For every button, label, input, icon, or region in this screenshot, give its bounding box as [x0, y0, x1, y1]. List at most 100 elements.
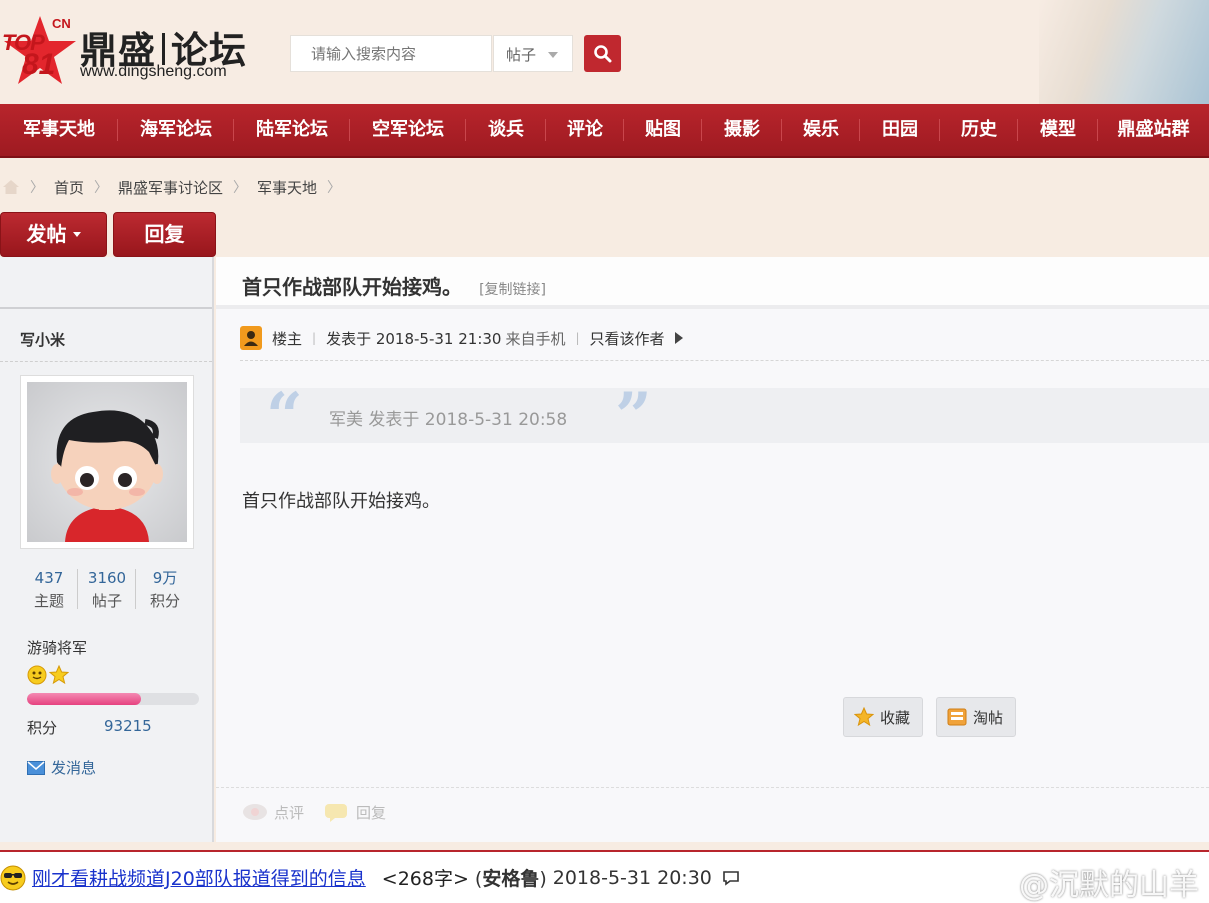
send-message-label: 发消息 [51, 759, 97, 777]
search-button[interactable] [584, 35, 621, 72]
related-thread-chars: <268字> [381, 868, 469, 890]
breadcrumb-separator: 〉 [327, 180, 342, 196]
only-author-link[interactable]: 只看该作者 [590, 328, 665, 349]
quote-block: “ 军美 发表于 2018-5-31 20:58 ” [240, 382, 1209, 452]
home-icon[interactable] [2, 179, 20, 195]
meta-separator: | [312, 331, 317, 345]
post-source: 来自手机 [505, 329, 566, 348]
stat-label: 主题 [33, 592, 64, 610]
nav-item-models[interactable]: 模型 [1018, 103, 1098, 157]
send-message-link[interactable]: 发消息 [27, 757, 96, 778]
sidebar-header [0, 257, 212, 309]
breadcrumb-home[interactable]: 首页 [54, 177, 84, 198]
stat-topics[interactable]: 437 主题 [20, 567, 78, 613]
avatar[interactable] [20, 375, 194, 549]
stat-posts[interactable]: 3160 帖子 [78, 567, 136, 613]
logo-81: 81 [22, 48, 56, 81]
chevron-down-icon [72, 232, 81, 237]
stat-label: 帖子 [91, 592, 122, 610]
thread-title-bar: 首只作战部队开始接鸡。 [复制链接] [216, 257, 1209, 309]
cartoon-boy-icon [51, 410, 163, 542]
search-box [290, 35, 492, 72]
stat-value: 9万 [152, 569, 178, 587]
author-stats: 437 主题 3160 帖子 9万 积分 [20, 567, 194, 613]
thread-starter-icon [240, 326, 262, 350]
breadcrumb: 〉 首页 〉 鼎盛军事讨论区 〉 军事天地 〉 [0, 174, 351, 200]
search-input[interactable] [291, 36, 491, 71]
related-thread-row: 刚才看耕战频道J20部队报道得到的信息 <268字> (安格鲁) 2018-5-… [0, 864, 740, 891]
tao-post-button[interactable]: 淘帖 [936, 697, 1016, 737]
meta-separator: | [575, 331, 580, 345]
stat-value: 3160 [87, 569, 127, 587]
nav-item-pictures[interactable]: 贴图 [624, 103, 702, 157]
copy-link-button[interactable]: [复制链接] [479, 282, 546, 298]
rank-icons [27, 665, 69, 685]
search-type-select[interactable]: 帖子 [493, 35, 573, 72]
chevron-down-icon [548, 52, 558, 58]
stat-label: 积分 [149, 592, 180, 610]
header-decoration [1039, 0, 1209, 104]
reply-icon [325, 803, 348, 822]
site-logo[interactable]: CN TOP 81 鼎盛 论坛 www.dingsheng.com [0, 8, 250, 88]
post-area: 首只作战部队开始接鸡。 [复制链接] 楼主 | 发表于 2018-5-31 21… [216, 257, 1209, 842]
stat-value: 437 [34, 569, 64, 587]
nav-item-airforce[interactable]: 空军论坛 [350, 103, 466, 157]
comment-icon [243, 803, 267, 820]
weibo-watermark: @沉默的山羊 [979, 860, 1199, 903]
speech-bubble-icon [723, 870, 739, 886]
logo-url: www.dingsheng.com [80, 63, 227, 80]
tao-label: 淘帖 [973, 708, 1004, 727]
search-type-value: 帖子 [506, 46, 537, 64]
divider [216, 787, 1209, 788]
star-icon [854, 707, 874, 727]
divider [0, 361, 212, 362]
breadcrumb-separator: 〉 [94, 180, 109, 196]
post-footer: 点评 回复 [242, 802, 400, 823]
floor-label: 楼主 [272, 329, 303, 348]
author-sidebar: 写小米 437 主题 3160 帖子 9万 积分 游骑将军 积分 93215 发… [0, 257, 214, 842]
nav-item-navy[interactable]: 海军论坛 [118, 103, 234, 157]
star-rank-icon [49, 665, 69, 685]
reply-link[interactable]: 回复 [356, 802, 386, 823]
nav-item-talk[interactable]: 谈兵 [466, 103, 546, 157]
reply-button[interactable]: 回复 [113, 212, 216, 257]
breadcrumb-separator: 〉 [233, 180, 248, 196]
nav-item-entertainment[interactable]: 娱乐 [782, 103, 860, 157]
breadcrumb-separator: 〉 [30, 180, 44, 196]
comment-link[interactable]: 点评 [274, 802, 304, 823]
quote-text: 军美 发表于 2018-5-31 20:58 [329, 410, 568, 430]
envelope-icon [27, 760, 45, 775]
favorite-label: 收藏 [880, 708, 911, 727]
related-thread-link[interactable]: 刚才看耕战频道J20部队报道得到的信息 [32, 864, 366, 891]
nav-item-comment[interactable]: 评论 [546, 103, 624, 157]
arrow-right-icon [674, 332, 683, 344]
weibo-icon [979, 869, 1014, 897]
close-quote-icon: ” [615, 379, 652, 454]
breadcrumb-forum[interactable]: 鼎盛军事讨论区 [118, 177, 223, 198]
nav-item-site-group[interactable]: 鼎盛站群 [1098, 103, 1209, 157]
nav-item-army[interactable]: 陆军论坛 [234, 103, 350, 157]
nav-item-countryside[interactable]: 田园 [860, 103, 940, 157]
stat-points[interactable]: 9万 积分 [136, 567, 194, 613]
avatar-image [27, 382, 187, 542]
breadcrumb-board[interactable]: 军事天地 [257, 177, 317, 198]
level-progress-fill [27, 693, 141, 705]
watermark-text: @沉默的山羊 [1019, 868, 1199, 903]
thread-title: 首只作战部队开始接鸡。 [242, 275, 462, 299]
author-name[interactable]: 写小米 [20, 329, 65, 350]
inbox-icon [947, 708, 967, 726]
related-thread-author[interactable]: 安格鲁 [482, 868, 539, 890]
logo-cn: CN [52, 16, 71, 31]
post-meta: 楼主 | 发表于 2018-5-31 21:30 来自手机 | 只看该作者 [240, 325, 683, 351]
nav-item-military[interactable]: 军事天地 [0, 103, 118, 157]
post-content: 首只作战部队开始接鸡。 [242, 491, 440, 512]
reply-label: 回复 [144, 222, 185, 246]
main-nav: 军事天地 海军论坛 陆军论坛 空军论坛 谈兵 评论 贴图 摄影 娱乐 田园 历史… [0, 104, 1209, 158]
smiley-rank-icon [27, 665, 47, 685]
nav-item-history[interactable]: 历史 [940, 103, 1018, 157]
new-post-button[interactable]: 发帖 [0, 212, 107, 257]
level-progress-bar [27, 693, 199, 705]
nav-item-photography[interactable]: 摄影 [702, 103, 782, 157]
post-timestamp: 发表于 2018-5-31 21:30 [326, 329, 502, 348]
favorite-button[interactable]: 收藏 [843, 697, 923, 737]
